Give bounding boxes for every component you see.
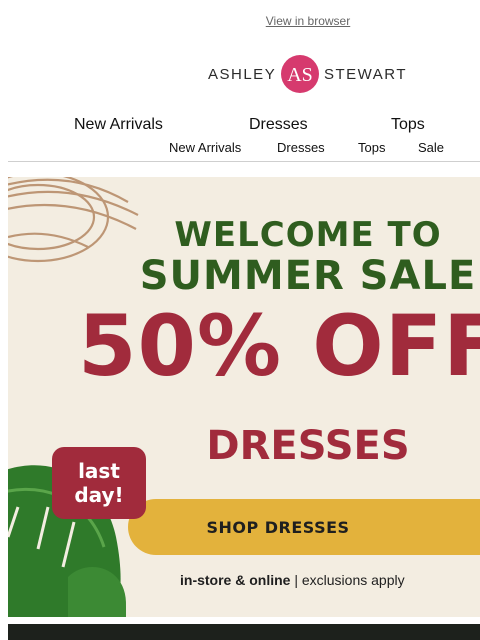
nav-tops[interactable]: Tops <box>391 116 425 134</box>
shop-dresses-button[interactable]: SHOP DRESSES <box>128 499 480 555</box>
view-in-browser-link[interactable]: View in browser <box>0 14 480 28</box>
availability-note-rest: | exclusions apply <box>290 572 405 588</box>
subnav-dresses[interactable]: Dresses <box>277 140 325 155</box>
availability-note: in-store & online | exclusions apply <box>180 572 405 588</box>
subnav-new-arrivals[interactable]: New Arrivals <box>169 140 241 155</box>
subnav-sale[interactable]: Sale <box>418 140 444 155</box>
last-day-badge: last day! <box>52 447 146 519</box>
summer-sale-hero-banner[interactable]: WELCOME TO SUMMER SALE 50% OFF DRESSES S… <box>8 177 480 617</box>
nav-new-arrivals[interactable]: New Arrivals <box>74 116 163 134</box>
logo-text-right: STEWART <box>324 66 408 83</box>
availability-note-bold: in-store & online <box>180 572 291 588</box>
secondary-nav: New Arrivals Dresses Tops Sale <box>0 140 480 156</box>
brand-logo[interactable]: ASHLEY AS STEWART <box>208 54 408 96</box>
headline-summer-sale: SUMMER SALE <box>139 253 477 299</box>
next-banner-edge <box>8 624 480 640</box>
primary-nav: New Arrivals Dresses Tops <box>0 116 480 136</box>
subnav-tops[interactable]: Tops <box>358 140 385 155</box>
nav-dresses[interactable]: Dresses <box>249 116 308 134</box>
header-divider <box>8 161 480 162</box>
svg-text:AS: AS <box>287 64 313 86</box>
headline-welcome: WELCOME TO <box>174 215 442 255</box>
logo-mark-icon: AS <box>281 55 319 93</box>
logo-text-left: ASHLEY <box>208 66 277 83</box>
discount-text: 50% OFF <box>78 297 480 395</box>
